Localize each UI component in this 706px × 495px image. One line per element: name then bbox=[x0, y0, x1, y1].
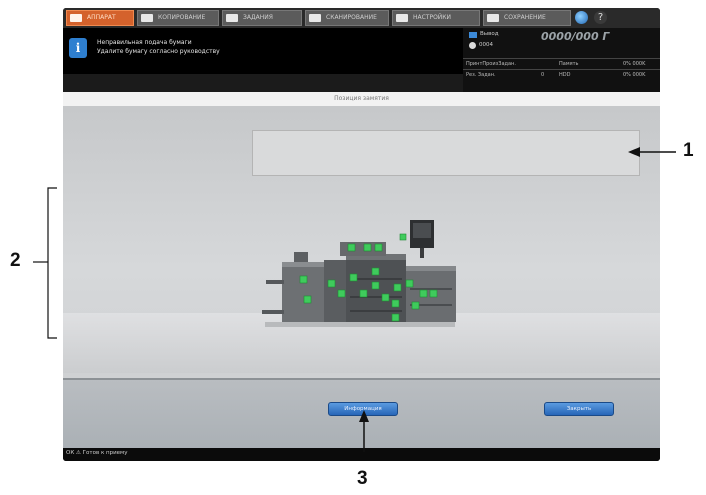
callout-number-2: 2 bbox=[10, 250, 21, 271]
callout-arrowhead-3 bbox=[359, 410, 369, 422]
callout-overlay bbox=[33, 147, 676, 452]
callout-bracket-2 bbox=[47, 187, 57, 339]
callout-arrowhead-1 bbox=[628, 147, 640, 157]
callout-number-1: 1 bbox=[683, 140, 694, 161]
callout-number-3: 3 bbox=[357, 468, 368, 489]
